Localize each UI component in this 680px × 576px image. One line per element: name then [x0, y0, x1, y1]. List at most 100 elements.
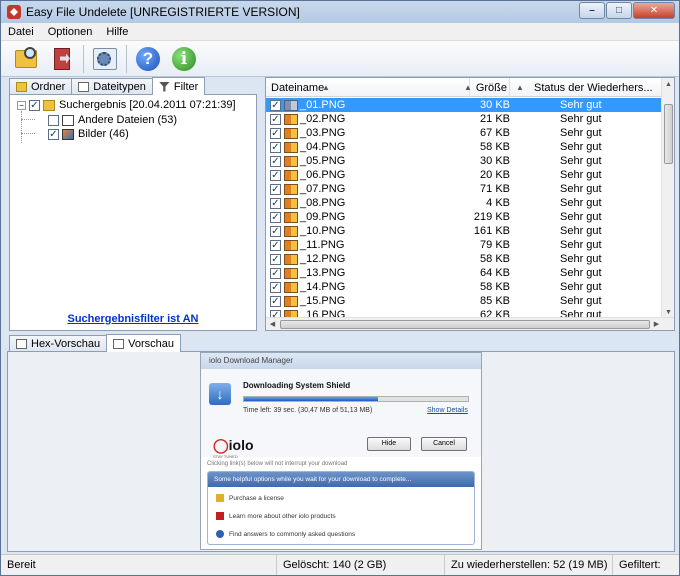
- preview-option: Learn more about other iolo products: [216, 512, 336, 520]
- question-icon: [216, 530, 224, 538]
- file-checkbox[interactable]: ✓: [270, 169, 281, 181]
- scroll-left-icon[interactable]: ◀: [266, 318, 279, 330]
- file-checkbox[interactable]: ✓: [270, 239, 281, 251]
- file-checkbox[interactable]: ✓: [270, 281, 281, 293]
- tree-node-andere-dateien[interactable]: Andere Dateien (53): [48, 113, 177, 127]
- table-row[interactable]: ✓ _05.PNG 30 KB Sehr gut: [266, 154, 662, 168]
- file-checkbox[interactable]: ✓: [270, 113, 281, 125]
- file-name: _10.PNG: [300, 225, 346, 237]
- filter-status-link[interactable]: Suchergebnisfilter ist AN: [9, 313, 257, 325]
- title-bar[interactable]: Easy File Undelete [UNREGISTRIERTE VERSI…: [1, 1, 679, 23]
- app-window: Easy File Undelete [UNREGISTRIERTE VERSI…: [0, 0, 680, 576]
- tab-filter[interactable]: Filter: [151, 77, 206, 95]
- recover-button[interactable]: [47, 44, 77, 74]
- scroll-thumb[interactable]: [280, 320, 650, 329]
- horizontal-scrollbar[interactable]: ◀ ▶: [266, 317, 674, 330]
- file-size: 161 KB: [473, 225, 510, 237]
- column-header-size[interactable]: ▲ Größe: [464, 78, 510, 97]
- file-name-cell: ✓ _13.PNG: [266, 267, 470, 279]
- maximize-button[interactable]: □: [606, 2, 632, 19]
- close-button[interactable]: ✕: [633, 2, 675, 19]
- table-row[interactable]: ✓ _07.PNG 71 KB Sehr gut: [266, 182, 662, 196]
- status-ready: Bereit: [1, 554, 277, 575]
- file-checkbox[interactable]: ✓: [270, 253, 281, 265]
- table-row[interactable]: ✓ _14.PNG 58 KB Sehr gut: [266, 280, 662, 294]
- scroll-up-icon[interactable]: ▲: [662, 78, 674, 91]
- file-checkbox[interactable]: ✓: [270, 99, 281, 111]
- table-row[interactable]: ✓ _11.PNG 79 KB Sehr gut: [266, 238, 662, 252]
- download-arrow-icon: ↓: [209, 383, 231, 405]
- file-checkbox[interactable]: ✓: [270, 155, 281, 167]
- tree-node-label: Bilder (46): [78, 128, 129, 140]
- option-label: Purchase a license: [229, 494, 284, 502]
- tree-checkbox[interactable]: [48, 114, 59, 126]
- preview-area: iolo Download Manager ↓ Downloading Syst…: [7, 351, 675, 552]
- file-checkbox[interactable]: ✓: [270, 183, 281, 195]
- tree-checkbox[interactable]: ✓: [29, 99, 40, 111]
- file-checkbox[interactable]: ✓: [270, 211, 281, 223]
- table-row[interactable]: ✓ _02.PNG 21 KB Sehr gut: [266, 112, 662, 126]
- file-size: 58 KB: [480, 281, 510, 293]
- scroll-right-icon[interactable]: ▶: [650, 318, 663, 330]
- image-icon: [62, 128, 74, 140]
- file-status: Sehr gut: [560, 169, 602, 181]
- png-file-icon: [284, 239, 298, 251]
- file-checkbox[interactable]: ✓: [270, 267, 281, 279]
- png-file-icon: [284, 197, 298, 209]
- tree-line: [21, 111, 22, 143]
- preview-option: Find answers to commonly asked questions: [216, 530, 355, 538]
- png-file-icon: [284, 169, 298, 181]
- progress-fill: [244, 397, 379, 401]
- table-row[interactable]: ✓ _13.PNG 64 KB Sehr gut: [266, 266, 662, 280]
- table-row[interactable]: ✓ _06.PNG 20 KB Sehr gut: [266, 168, 662, 182]
- tab-ordner[interactable]: Ordner: [9, 78, 73, 95]
- file-name: _14.PNG: [300, 281, 346, 293]
- table-row[interactable]: ✓ _12.PNG 58 KB Sehr gut: [266, 252, 662, 266]
- file-checkbox[interactable]: ✓: [270, 295, 281, 307]
- vertical-scrollbar[interactable]: ▲ ▼: [661, 78, 674, 319]
- file-checkbox[interactable]: ✓: [270, 141, 281, 153]
- file-status: Sehr gut: [560, 141, 602, 153]
- search-button[interactable]: [11, 44, 41, 74]
- file-status: Sehr gut: [560, 113, 602, 125]
- collapse-icon[interactable]: −: [17, 100, 26, 110]
- table-row[interactable]: ✓ _15.PNG 85 KB Sehr gut: [266, 294, 662, 308]
- file-name: _01.PNG: [300, 99, 346, 111]
- menu-datei[interactable]: Datei: [1, 26, 41, 38]
- tab-hex-vorschau[interactable]: Hex-Vorschau: [9, 335, 108, 352]
- file-checkbox[interactable]: ✓: [270, 197, 281, 209]
- tab-dateitypen[interactable]: Dateitypen: [71, 78, 153, 95]
- tree-node-root[interactable]: − ✓ Suchergebnis [20.04.2011 07:21:39]: [17, 98, 236, 112]
- menu-optionen[interactable]: Optionen: [41, 26, 100, 38]
- scroll-thumb[interactable]: [664, 104, 673, 164]
- table-row[interactable]: ✓ _09.PNG 219 KB Sehr gut: [266, 210, 662, 224]
- file-checkbox[interactable]: ✓: [270, 127, 281, 139]
- help-button[interactable]: ?: [133, 44, 163, 74]
- file-size: 20 KB: [480, 169, 510, 181]
- tree-checkbox[interactable]: ✓: [48, 128, 59, 140]
- file-name-cell: ✓ _04.PNG: [266, 141, 470, 153]
- png-file-icon: [284, 99, 298, 111]
- table-row[interactable]: ✓ _04.PNG 58 KB Sehr gut: [266, 140, 662, 154]
- column-header-name[interactable]: Dateiname ▲: [266, 78, 470, 97]
- window-title: Easy File Undelete [UNREGISTRIERTE VERSI…: [26, 5, 300, 19]
- preview-note: Clicking link(s) below will not interrup…: [207, 461, 348, 467]
- table-row[interactable]: ✓ _08.PNG 4 KB Sehr gut: [266, 196, 662, 210]
- hex-icon: [16, 339, 27, 349]
- column-header-status[interactable]: ▲ Status der Wiederhers...: [510, 78, 662, 97]
- tab-vorschau[interactable]: Vorschau: [106, 334, 181, 352]
- toolbar-separator: [83, 44, 84, 73]
- table-row[interactable]: ✓ _10.PNG 161 KB Sehr gut: [266, 224, 662, 238]
- info-button[interactable]: i: [169, 44, 199, 74]
- file-size: 4 KB: [486, 197, 510, 209]
- tree-node-bilder[interactable]: ✓ Bilder (46): [48, 127, 129, 141]
- file-name-cell: ✓ _08.PNG: [266, 197, 470, 209]
- settings-button[interactable]: [90, 44, 120, 74]
- table-row[interactable]: ✓ _03.PNG 67 KB Sehr gut: [266, 126, 662, 140]
- file-name-cell: ✓ _14.PNG: [266, 281, 470, 293]
- menu-hilfe[interactable]: Hilfe: [99, 26, 135, 38]
- file-name: _13.PNG: [300, 267, 346, 279]
- file-checkbox[interactable]: ✓: [270, 225, 281, 237]
- table-row[interactable]: ✓ _01.PNG 30 KB Sehr gut: [266, 98, 662, 112]
- minimize-button[interactable]: –: [579, 2, 605, 19]
